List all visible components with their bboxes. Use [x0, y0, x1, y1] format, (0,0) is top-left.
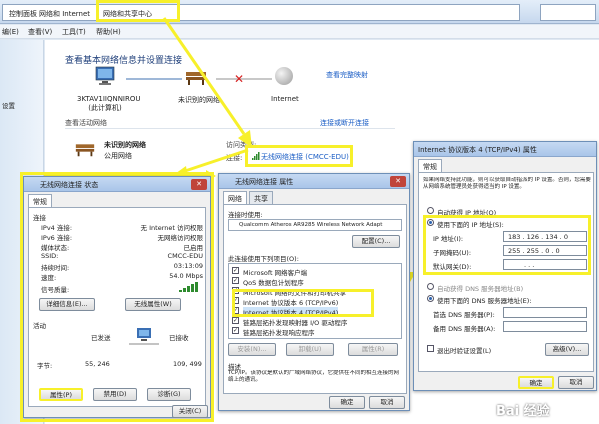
- manual-dns-label: 使用下面的 DNS 服务器地址(E):: [437, 297, 532, 305]
- active-network-name: 未识别的网络: [104, 141, 146, 149]
- highlight-tcp-items: [232, 289, 374, 317]
- connect-using-label: 连接时使用:: [228, 211, 263, 219]
- ipv4-panel: 如果网络支持此功能，则可以获取自动指派的 IP 设置。否则，您需要从网络系统管理…: [418, 172, 594, 372]
- intro-text: 如果网络支持此功能，则可以获取自动指派的 IP 设置。否则，您需要从网络系统管理…: [423, 177, 591, 190]
- tab-sharing[interactable]: 共享: [249, 191, 273, 204]
- menu-view[interactable]: 查看(V): [28, 27, 52, 37]
- item-properties-button[interactable]: 属性(R): [348, 343, 398, 356]
- cancel-button[interactable]: 取消: [369, 396, 405, 409]
- properties-dialog-title: 无线网络连接 属性: [235, 178, 294, 186]
- item-checkbox[interactable]: ✓: [232, 277, 239, 284]
- list-item[interactable]: 链路层拓扑发现映射器 I/O 驱动程序: [243, 317, 347, 327]
- alternate-dns-label: 备用 DNS 服务器(A):: [433, 325, 496, 333]
- list-item[interactable]: 链路层拓扑发现响应程序: [243, 327, 315, 337]
- wifi-connection-link[interactable]: 无线网络连接 (CMCC-EDU): [261, 152, 349, 162]
- list-item[interactable]: Microsoft 网络客户端: [243, 267, 307, 277]
- search-input[interactable]: [540, 4, 596, 21]
- connect-disconnect-link[interactable]: 连接或断开连接: [320, 118, 369, 128]
- computer-name: 3KTAV1IIQNNIROU (此计算机): [77, 95, 141, 113]
- description-text: TCP/IP。该协议是默认的广域网络协议，它提供在不同的相互连接的网络上的通讯。: [228, 370, 399, 383]
- preferred-dns-field[interactable]: [503, 307, 587, 318]
- manual-dns-radio[interactable]: [427, 295, 434, 302]
- item-checkbox[interactable]: ✓: [232, 327, 239, 334]
- menu-tools[interactable]: 工具(T): [62, 27, 86, 37]
- items-label: 此连接使用下列项目(O):: [228, 255, 299, 263]
- breadcrumb-control-panel[interactable]: 控制面板: [9, 9, 37, 19]
- highlight-ip-settings: [423, 215, 591, 275]
- auto-dns-radio[interactable]: [427, 283, 434, 290]
- adapter-box: Qualcomm Atheros AR9285 Wireless Network…: [228, 219, 402, 231]
- item-checkbox[interactable]: ✓: [232, 267, 239, 274]
- highlight-status-dialog: [20, 172, 214, 422]
- tab-general[interactable]: 常规: [418, 159, 442, 172]
- auto-ip-radio[interactable]: [427, 207, 434, 214]
- address-box[interactable]: 控制面板 网络和 Internet 网络和共享中心: [2, 4, 520, 21]
- alternate-dns-field[interactable]: [503, 321, 587, 332]
- item-checkbox[interactable]: ✓: [232, 317, 239, 324]
- validate-checkbox[interactable]: [427, 345, 434, 352]
- active-networks-title: 查看活动网络: [65, 119, 107, 127]
- properties-dialog-titlebar: 无线网络连接 属性: [219, 174, 409, 189]
- adapter-name: Qualcomm Atheros AR9285 Wireless Network…: [239, 222, 383, 228]
- advanced-button[interactable]: 高级(V)...: [545, 343, 589, 356]
- menu-bar: 编(E) 查看(V) 工具(T) 帮助(H): [0, 25, 599, 39]
- arrow-to-wifi-link: [162, 17, 252, 148]
- computer-name-text: 3KTAV1IIQNNIROU: [77, 95, 141, 103]
- ok-button[interactable]: 确定: [518, 376, 554, 389]
- full-map-link[interactable]: 查看完整映射: [326, 70, 368, 80]
- properties-panel: 连接时使用: Qualcomm Atheros AR9285 Wireless …: [223, 204, 407, 394]
- menu-edit[interactable]: 编(E): [2, 27, 19, 37]
- ipv4-dialog-titlebar: Internet 协议版本 4 (TCP/IPv4) 属性: [414, 142, 596, 157]
- cancel-button[interactable]: 取消: [558, 376, 594, 389]
- breadcrumb-network-internet[interactable]: 网络和 Internet: [39, 9, 90, 19]
- ok-button[interactable]: 确定: [329, 396, 365, 409]
- ipv4-dialog: Internet 协议版本 4 (TCP/IPv4) 属性 常规 如果网络支持此…: [413, 141, 597, 391]
- active-network-type: 公用网络: [104, 152, 132, 160]
- bench-icon: [75, 144, 95, 157]
- computer-icon: [95, 66, 115, 85]
- left-nav-item-settings[interactable]: 设置: [2, 100, 15, 110]
- uninstall-button[interactable]: 卸载(U): [286, 343, 334, 356]
- menu-help[interactable]: 帮助(H): [96, 27, 121, 37]
- preferred-dns-label: 首选 DNS 服务器(P):: [433, 311, 495, 319]
- auto-dns-label: 自动获得 DNS 服务器地址(B): [437, 285, 524, 293]
- properties-dialog: 无线网络连接 属性 ✕ 网络 共享 连接时使用: Qualcomm Athero…: [218, 173, 410, 411]
- internet-label: Internet: [271, 95, 299, 103]
- install-button[interactable]: 安装(N)...: [228, 343, 276, 356]
- validate-label: 退出时验证设置(L): [437, 347, 492, 355]
- tab-network[interactable]: 网络: [223, 191, 247, 204]
- configure-button[interactable]: 配置(C)...: [352, 235, 400, 248]
- globe-icon: [275, 67, 293, 85]
- computer-name-sub: (此计算机): [88, 104, 122, 112]
- close-icon[interactable]: ✕: [390, 176, 406, 187]
- watermark: Bai 经验: [496, 404, 550, 419]
- list-item[interactable]: QoS 数据包计划程序: [243, 277, 304, 287]
- ipv4-dialog-title: Internet 协议版本 4 (TCP/IPv4) 属性: [418, 146, 537, 154]
